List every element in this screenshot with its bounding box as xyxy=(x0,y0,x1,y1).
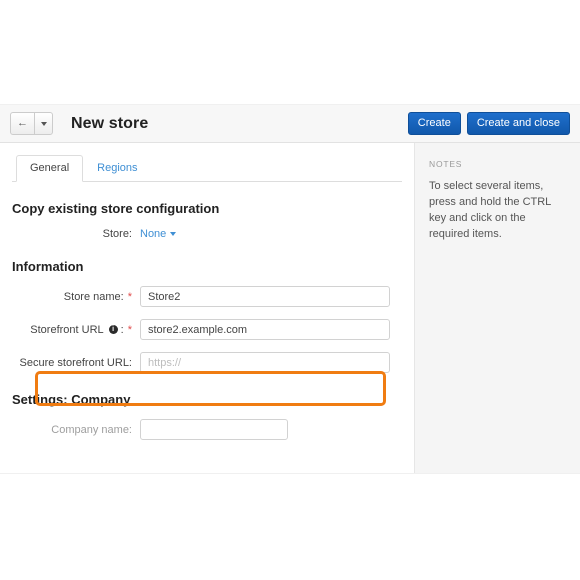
create-and-close-button[interactable]: Create and close xyxy=(466,111,570,136)
back-split-button[interactable]: ← xyxy=(10,112,53,135)
header-actions: Create Create and close xyxy=(407,111,570,136)
row-company-name: Company name: xyxy=(12,419,402,440)
storefront-url-label-text: Storefront URL xyxy=(30,323,104,336)
row-store-name: Store name: * xyxy=(12,286,402,307)
back-arrow-icon[interactable]: ← xyxy=(11,113,35,134)
tab-general[interactable]: General xyxy=(16,154,84,182)
company-name-input[interactable] xyxy=(140,419,288,440)
back-dropdown-button[interactable] xyxy=(35,113,52,134)
row-secure-storefront-url: Secure storefront URL: xyxy=(12,352,402,373)
store-name-input[interactable] xyxy=(140,286,390,307)
chevron-down-icon xyxy=(40,121,47,126)
store-name-label-text: Store name: xyxy=(63,290,124,303)
notes-title: NOTES xyxy=(429,159,463,169)
notes-panel: NOTES To select several items, press and… xyxy=(414,143,580,473)
section-title-information: Information xyxy=(12,259,84,274)
row-storefront-url: Storefront URL i : * xyxy=(12,319,402,340)
store-editor-page: ← New store Create Create and close Gene… xyxy=(0,105,580,473)
required-marker: * xyxy=(127,290,132,303)
page-header: ← New store Create Create and close xyxy=(0,105,580,143)
storefront-url-label: Storefront URL i : * xyxy=(22,324,140,336)
store-dropdown-value: None xyxy=(140,228,167,240)
create-button[interactable]: Create xyxy=(407,111,461,136)
storefront-url-colon: : xyxy=(120,323,124,336)
store-label: Store: xyxy=(102,228,132,240)
main-column: General Regions Copy existing store conf… xyxy=(0,143,414,473)
company-name-label: Company name: xyxy=(51,423,132,436)
secure-storefront-url-label: Secure storefront URL: xyxy=(19,356,133,369)
page-body: General Regions Copy existing store conf… xyxy=(0,143,580,473)
secure-storefront-url-input[interactable] xyxy=(140,352,390,373)
row-store: Store: None xyxy=(12,228,402,240)
notes-text: To select several items, press and hold … xyxy=(429,180,551,240)
section-title-settings-company: Settings: Company xyxy=(12,392,131,407)
chevron-down-icon xyxy=(170,232,177,236)
storefront-url-input[interactable] xyxy=(140,319,390,340)
store-dropdown[interactable]: None xyxy=(140,228,177,240)
store-name-label: Store name: * xyxy=(22,291,140,303)
info-icon[interactable]: i xyxy=(108,325,118,334)
required-marker: * xyxy=(127,323,132,336)
section-title-copy-config: Copy existing store configuration xyxy=(12,201,220,216)
page-title: New store xyxy=(71,114,149,132)
tab-regions[interactable]: Regions xyxy=(83,155,151,182)
form-content: Copy existing store configuration Store:… xyxy=(0,201,414,440)
tab-bar: General Regions xyxy=(12,152,402,182)
